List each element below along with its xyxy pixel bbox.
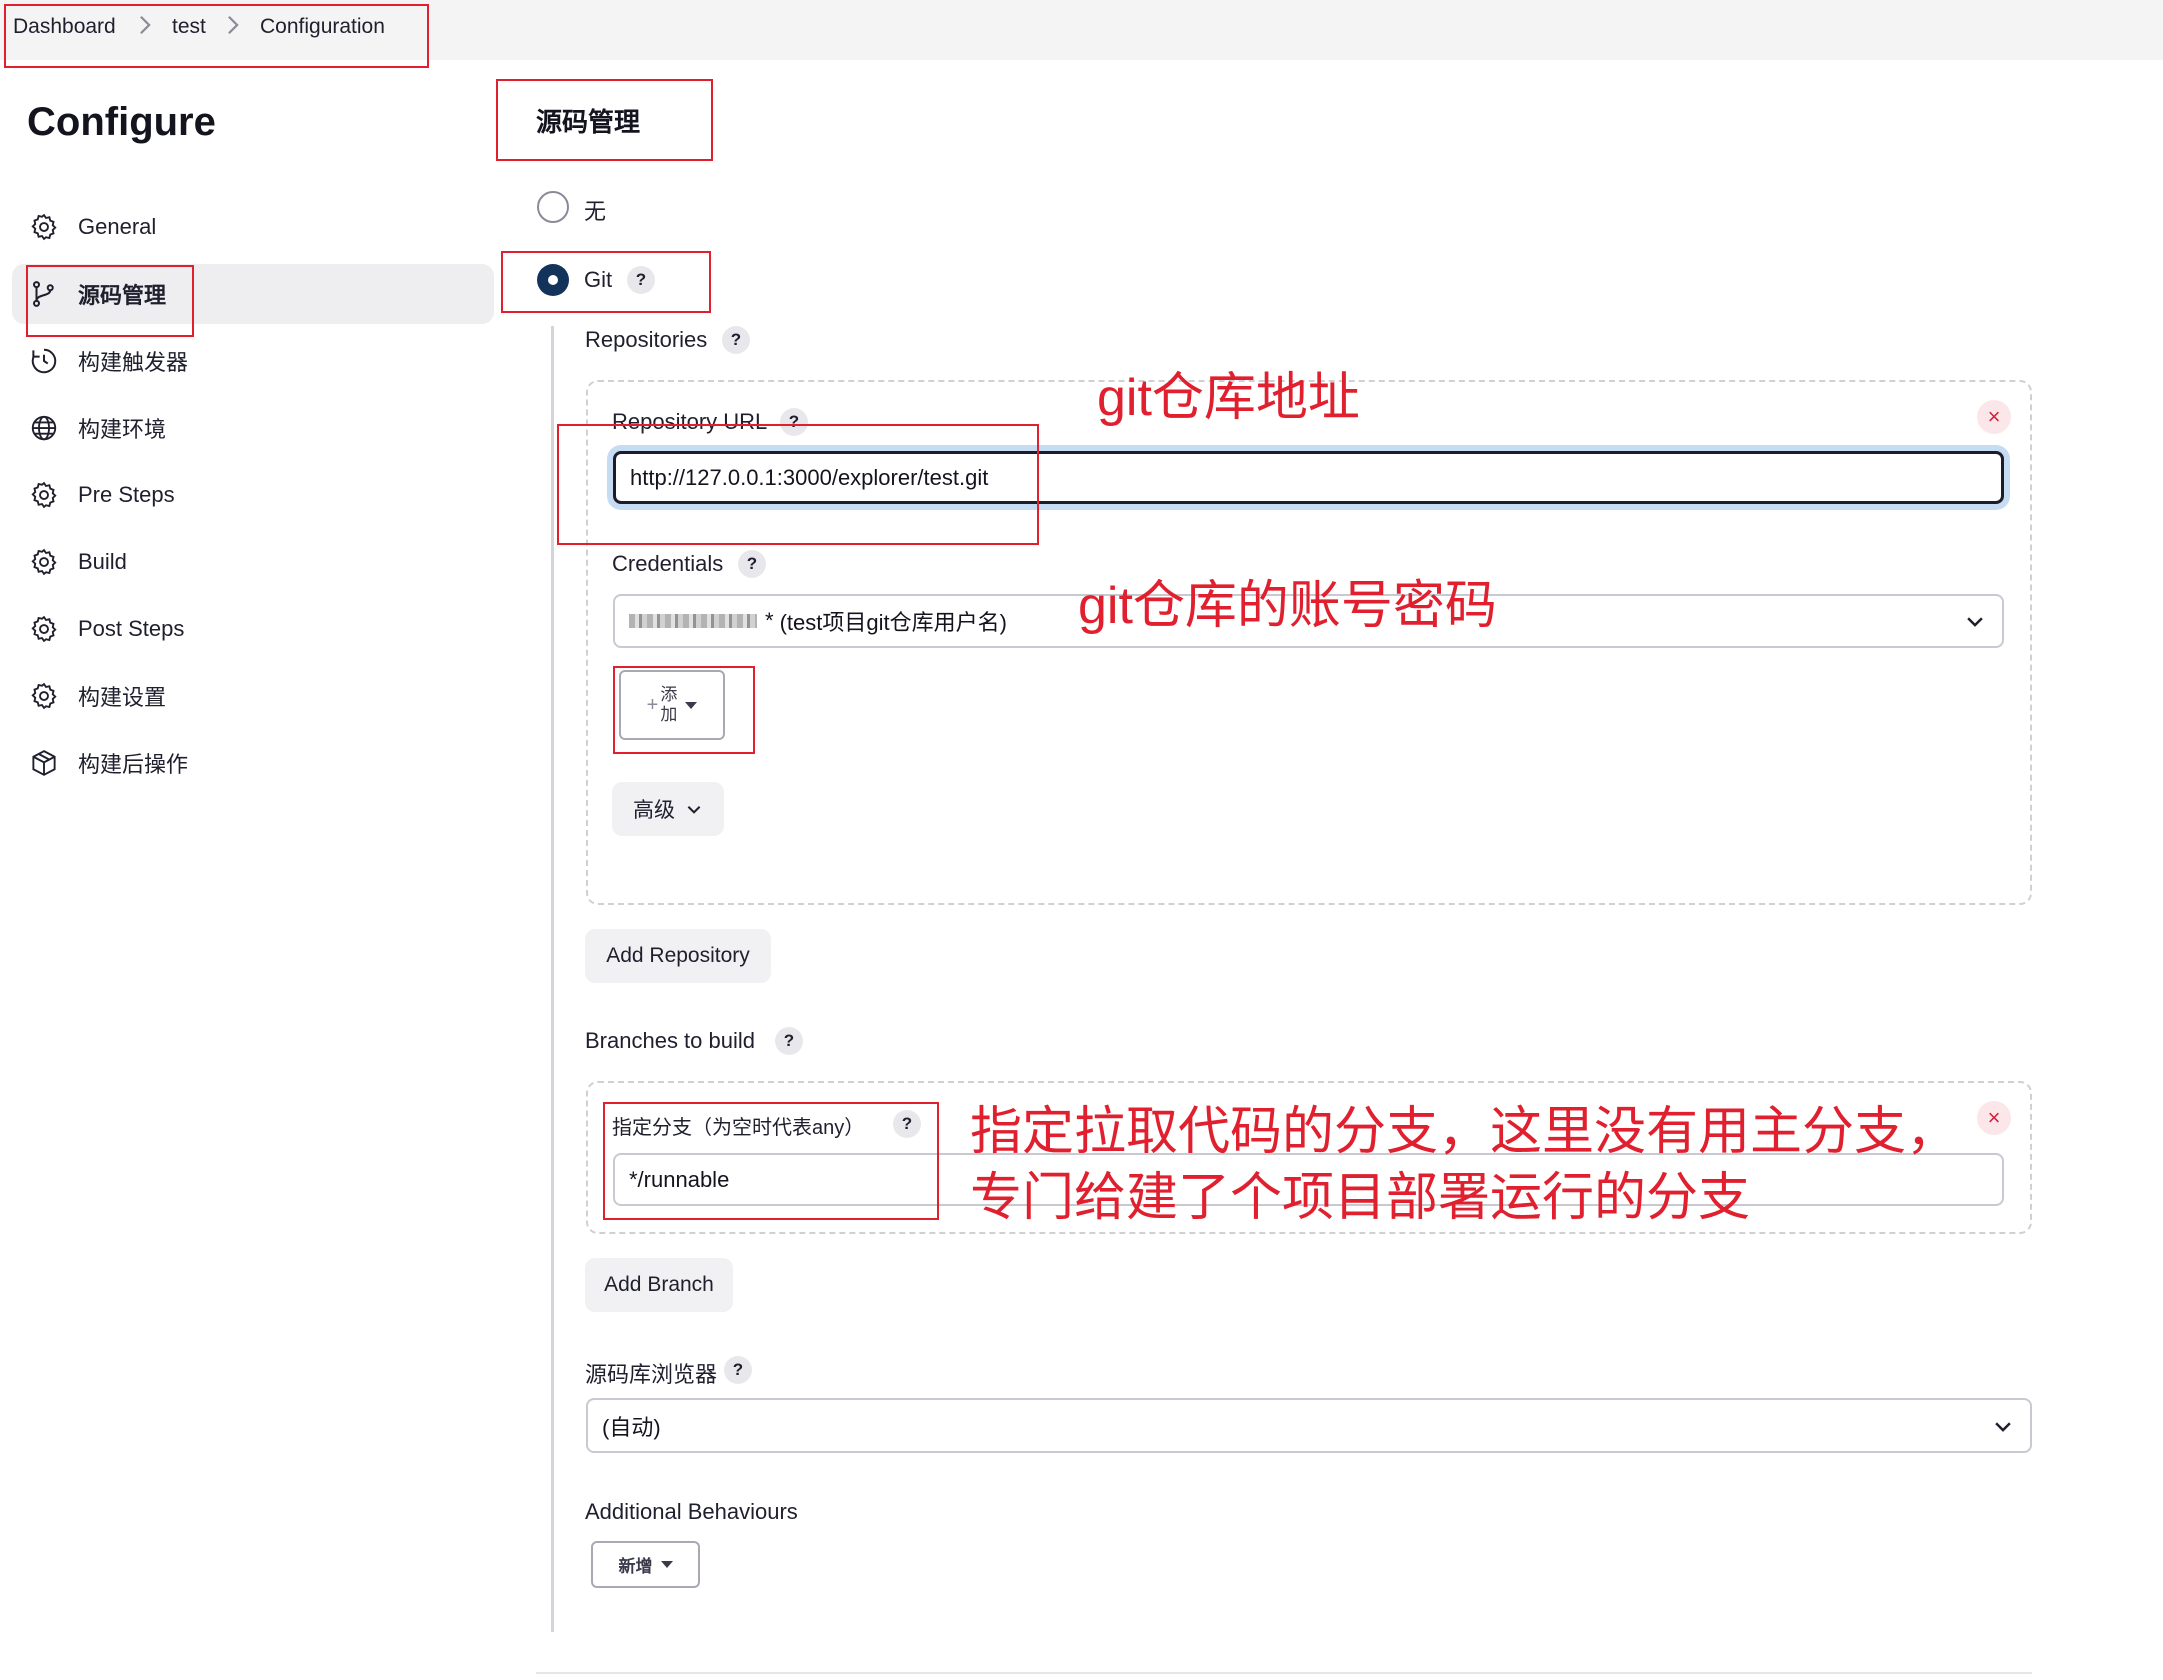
add-behaviour-button[interactable]: 新增 (591, 1541, 700, 1588)
advanced-button[interactable]: 高级 (612, 782, 724, 836)
gear-icon (28, 680, 60, 712)
sidebar-item-post-build[interactable]: 构建后操作 (12, 733, 494, 793)
help-icon[interactable]: ? (775, 1027, 803, 1055)
globe-icon (28, 412, 60, 444)
sidebar-item-label: 构建后操作 (78, 752, 189, 777)
credentials-value: (test项目git仓库用户名) (779, 610, 1007, 635)
annotation-box-breadcrumb (4, 4, 429, 68)
sidebar-item-pre-steps[interactable]: Pre Steps (12, 465, 494, 525)
help-icon[interactable]: ? (722, 326, 750, 354)
sidebar-item-label: General (78, 214, 157, 239)
section-divider (536, 1672, 2032, 1674)
annotation-box-git-radio (501, 251, 711, 313)
radio-none[interactable] (537, 191, 569, 223)
credentials-masked-suffix: * (765, 608, 774, 633)
annotation-box-add-credentials (613, 666, 755, 754)
add-branch-button[interactable]: Add Branch (585, 1258, 733, 1312)
chevron-down-icon (1995, 1421, 2011, 1432)
gear-icon (28, 479, 60, 511)
caret-down-icon (660, 1561, 673, 1568)
annotation-repo-url-note: git仓库地址 (1097, 369, 1360, 427)
sidebar-item-triggers[interactable]: 构建触发器 (12, 331, 494, 391)
sidebar-item-label: 构建设置 (78, 685, 167, 710)
chevron-down-icon (1967, 617, 1983, 627)
annotation-box-repo-url (557, 424, 1039, 545)
close-icon[interactable]: × (1977, 1101, 2011, 1135)
clock-icon (28, 345, 60, 377)
close-icon[interactable]: × (1977, 400, 2011, 434)
add-repository-button[interactable]: Add Repository (585, 929, 771, 983)
sidebar-item-post-steps[interactable]: Post Steps (12, 599, 494, 659)
repo-browser-select[interactable]: (自动) (586, 1398, 2032, 1453)
sidebar-item-label: 构建环境 (78, 417, 167, 442)
section-indent-line (551, 326, 554, 1632)
annotation-branch-note-line2: 专门给建了个项目部署运行的分支 (970, 1169, 1751, 1227)
repo-browser-label: 源码库浏览器 (585, 1362, 718, 1387)
credentials-label: Credentials (612, 551, 724, 576)
sidebar-item-label: Pre Steps (78, 482, 175, 507)
help-icon[interactable]: ? (724, 1356, 752, 1384)
annotation-box-branch (603, 1102, 939, 1220)
help-icon[interactable]: ? (738, 550, 766, 578)
sidebar-item-general[interactable]: General (12, 197, 494, 257)
repo-browser-value: (自动) (602, 1414, 661, 1440)
annotation-box-sidebar-scm (26, 265, 194, 337)
chevron-down-icon (687, 806, 701, 814)
advanced-label: 高级 (633, 799, 675, 822)
radio-none-label: 无 (584, 199, 607, 224)
masked-username (629, 614, 757, 628)
repositories-label: Repositories (585, 327, 708, 352)
additional-behaviours-label: Additional Behaviours (585, 1499, 798, 1524)
branches-label: Branches to build (585, 1028, 755, 1053)
gear-icon (28, 211, 60, 243)
page-title: Configure (27, 100, 216, 144)
package-icon (28, 747, 60, 779)
annotation-credentials-note: git仓库的账号密码 (1078, 577, 1497, 635)
sidebar-item-environment[interactable]: 构建环境 (12, 398, 494, 458)
gear-icon (28, 546, 60, 578)
annotation-branch-note-line1: 指定拉取代码的分支，这里没有用主分支， (970, 1103, 1959, 1161)
sidebar-item-build-settings[interactable]: 构建设置 (12, 666, 494, 726)
sidebar-item-label: Build (78, 549, 127, 574)
sidebar-item-label: Post Steps (78, 616, 185, 641)
add-behaviour-label: 新增 (618, 1557, 653, 1576)
annotation-box-section-title (496, 79, 713, 161)
gear-icon (28, 613, 60, 645)
sidebar-item-label: 构建触发器 (78, 350, 189, 375)
sidebar-item-build[interactable]: Build (12, 532, 494, 592)
